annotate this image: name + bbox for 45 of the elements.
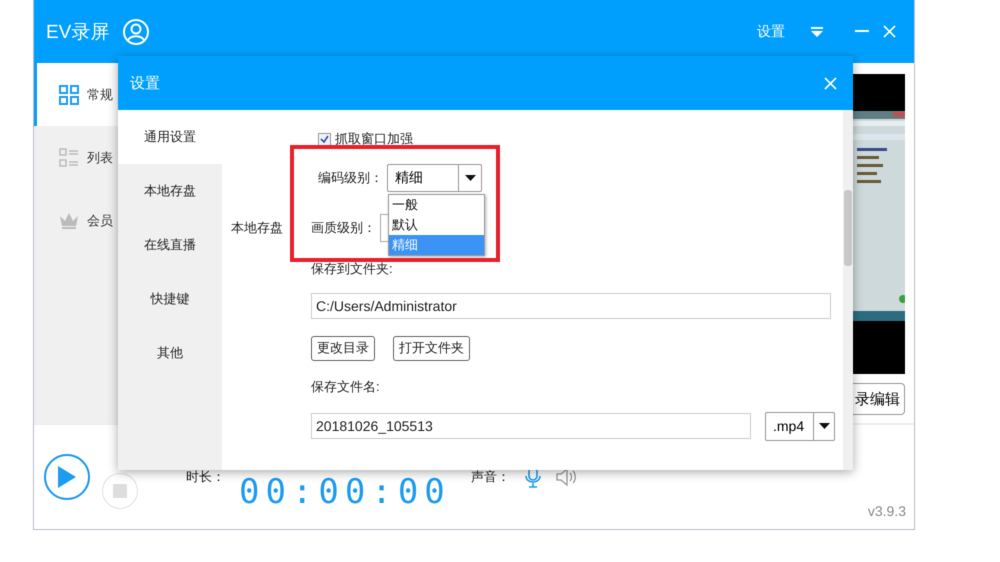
nav-item[interactable]: 其他: [118, 326, 222, 380]
folder-label: 保存到文件夹:: [311, 260, 393, 278]
list-icon: [59, 148, 79, 168]
section-label: 本地存盘: [230, 219, 284, 237]
caret-icon: [464, 175, 476, 181]
stop-icon: [113, 484, 127, 498]
nav-item[interactable]: 通用设置: [118, 110, 222, 164]
encoding-label: 编码级别：: [317, 169, 383, 187]
duration-label: 时长：: [186, 468, 225, 486]
scrollbar[interactable]: [843, 110, 853, 470]
speaker-icon[interactable]: [556, 468, 578, 486]
play-button[interactable]: [44, 454, 90, 500]
caret-icon: [818, 423, 830, 429]
editor-button[interactable]: 录编辑: [853, 383, 905, 415]
nav-item[interactable]: 快捷键: [118, 272, 222, 326]
filename-field[interactable]: 20181026_105513: [311, 413, 751, 439]
encoding-dropdown[interactable]: 精细: [387, 164, 482, 192]
play-icon: [58, 466, 76, 488]
sidebar-item[interactable]: 常规: [34, 63, 119, 126]
folder-button[interactable]: 打开文件夹: [393, 336, 470, 360]
dropdown-icon[interactable]: [811, 26, 823, 36]
minimize-icon[interactable]: [855, 30, 869, 33]
close-icon[interactable]: [883, 25, 896, 38]
checkbox[interactable]: [318, 132, 331, 146]
user-icon[interactable]: [123, 18, 150, 44]
sidebar-item[interactable]: 会员: [34, 189, 119, 252]
close-icon[interactable]: [824, 76, 837, 90]
folder-button[interactable]: 更改目录: [311, 336, 375, 360]
extension-dropdown[interactable]: .mp4: [765, 412, 835, 440]
filename-label: 保存文件名:: [311, 378, 380, 396]
grid-icon: [59, 84, 79, 104]
version-label: v3.9.3: [868, 503, 906, 519]
dropdown-option[interactable]: 默认: [389, 215, 484, 235]
app-title: EV录屏: [46, 20, 110, 44]
dialog-title: 设置: [130, 74, 160, 92]
nav-item[interactable]: 在线直播: [118, 218, 222, 272]
folder-field[interactable]: C:/Users/Administrator: [311, 293, 831, 319]
checkbox-label: 抓取窗口加强: [335, 130, 413, 148]
sidebar-item[interactable]: 列表: [34, 126, 119, 189]
timer-display: 00:00:00: [239, 477, 451, 507]
quality-label: 画质级别：: [311, 219, 376, 237]
crown-icon: [59, 212, 79, 230]
dropdown-option[interactable]: 一般: [389, 195, 484, 215]
sound-label: 声音：: [470, 468, 510, 486]
nav-item[interactable]: 本地存盘: [118, 164, 222, 218]
